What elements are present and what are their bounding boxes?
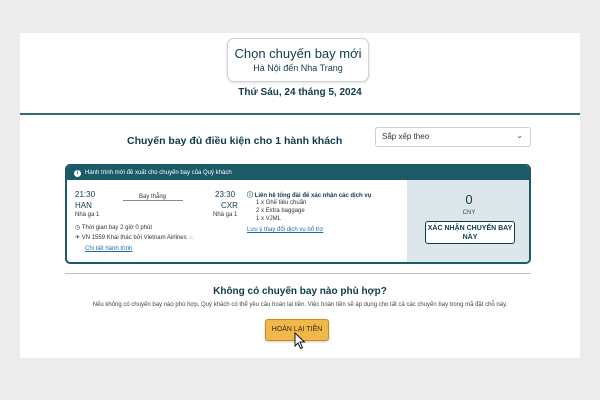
service-item: 2 x Extra baggage xyxy=(256,208,305,214)
info-icon: i xyxy=(74,169,81,177)
flight-option-banner: i Hành trình mới đề xuất cho chuyến bay … xyxy=(67,166,529,180)
duration-text: Thời gian bay 2 giờ 0 phút xyxy=(81,225,153,231)
flight-route-line xyxy=(123,200,183,201)
services-change-link[interactable]: Lưu ý thay đổi dịch vụ bổ trợ xyxy=(247,227,323,233)
duration-row: ◷ Thời gian bay 2 giờ 0 phút xyxy=(75,224,152,231)
page-title: Chọn chuyến bay mới xyxy=(234,46,362,61)
flight-option-banner-text: Hành trình mới đề xuất cho chuyến bay củ… xyxy=(85,170,232,176)
price-panel: 0 CNY XÁC NHẬN CHUYẾN BAY NÀY xyxy=(407,180,529,262)
flight-change-page: Chọn chuyến bay mới Hà Nội đến Nha Trang… xyxy=(20,33,580,358)
sort-select-value: Sắp xếp theo xyxy=(382,132,430,141)
operator-row: ✈ VN 1559 Khai thác bởi Vietnam Airlines… xyxy=(75,234,194,241)
price-value: 0 xyxy=(465,192,473,207)
title-card: Chọn chuyến bay mới Hà Nội đến Nha Trang xyxy=(227,38,369,82)
info-icon: ⓘ xyxy=(247,193,254,199)
plane-icon: ✈ xyxy=(75,235,81,241)
price-currency: CNY xyxy=(462,210,476,216)
confirm-flight-button[interactable]: XÁC NHẬN CHUYẾN BAY NÀY xyxy=(425,221,515,244)
mouse-cursor-icon xyxy=(294,332,306,350)
destination-terminal: Nhà ga 1 xyxy=(213,212,238,218)
flight-details-link[interactable]: Chi tiết hành trình xyxy=(85,246,132,252)
sort-select[interactable]: Sắp xếp theo ⌄ xyxy=(375,127,531,147)
destination-code: CXR xyxy=(221,201,238,210)
operator-text: VN 1559 Khai thác bởi Vietnam Airlines xyxy=(81,235,187,241)
origin-terminal: Nhà ga 1 xyxy=(75,212,100,218)
section-divider xyxy=(65,273,531,274)
service-item: 1 x Ghế tiêu chuẩn xyxy=(256,200,307,206)
clock-icon: ◷ xyxy=(75,225,81,231)
chevron-down-icon: ⌄ xyxy=(516,131,523,140)
arrive-time: 23:30 xyxy=(215,190,236,199)
eligible-flights-heading: Chuyến bay đủ điều kiện cho 1 hành khách xyxy=(127,135,343,147)
depart-time: 21:30 xyxy=(75,190,96,199)
header-divider xyxy=(20,113,580,115)
no-fit-heading: Không có chuyến bay nào phù hợp? xyxy=(213,286,387,297)
services-heading: Liên hệ tổng đài để xác nhận các dịch vụ xyxy=(254,193,372,199)
flight-option-card: i Hành trình mới đề xuất cho chuyến bay … xyxy=(65,164,531,264)
travel-date: Thứ Sáu, 24 tháng 5, 2024 xyxy=(238,87,362,98)
route-subtitle: Hà Nội đến Nha Trang xyxy=(253,63,343,73)
service-item: 1 x VJML xyxy=(256,216,282,222)
airline-logo-icon: ♨ xyxy=(188,235,194,241)
services-heading-row: ⓘ Liên hệ tổng đài để xác nhận các dịch … xyxy=(247,190,371,199)
origin-code: HAN xyxy=(75,201,92,210)
no-fit-description: Nếu không có chuyến bay nào phù hợp, Quý… xyxy=(92,302,508,308)
